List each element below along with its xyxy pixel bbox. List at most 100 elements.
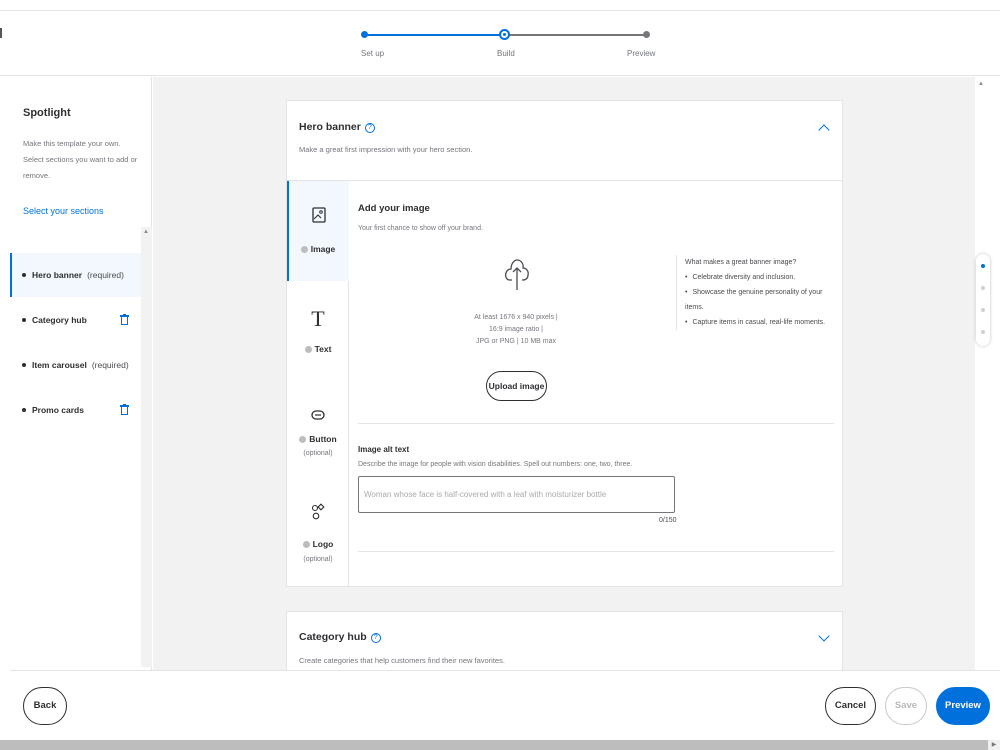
tab-text[interactable]: T Text: [287, 281, 349, 381]
category-hub-subtitle: Create categories that help customers fi…: [299, 656, 505, 665]
alt-text-counter: 0/150: [659, 517, 677, 524]
left-edge-marker: [0, 28, 2, 38]
back-button[interactable]: Back: [23, 687, 67, 725]
step-setup-dot[interactable]: [361, 31, 368, 38]
stepper-progress-line: [364, 34, 505, 36]
category-hub-title: Category hub?: [299, 631, 381, 643]
element-tabs: Image T Text Button (optional) Logo (opt…: [287, 181, 349, 586]
tab-label: Image: [287, 244, 349, 254]
sidebar-description: Make this template your own. Select sect…: [23, 139, 138, 180]
bullet-icon: [22, 273, 26, 277]
tab-button[interactable]: Button (optional): [287, 381, 349, 481]
hero-banner-subtitle: Make a great first impression with your …: [299, 145, 473, 154]
action-bar: Back Cancel Save Preview: [10, 670, 1000, 740]
requirement-ratio: 16:9 image ratio |: [489, 326, 543, 333]
step-preview-dot[interactable]: [643, 31, 650, 38]
tips-heading: What makes a great banner image?: [685, 259, 797, 266]
sidebar-item-item-carousel[interactable]: Item carousel (required): [10, 343, 141, 387]
page: Set up Build Preview Spotlight Make this…: [0, 0, 1000, 750]
tab-optional: (optional): [303, 556, 333, 563]
upload-image-button[interactable]: Upload image: [486, 371, 547, 401]
stepper-remaining-line: [505, 34, 646, 36]
scroll-up-icon[interactable]: ▲: [143, 229, 149, 235]
step-build-dot[interactable]: [499, 29, 510, 40]
tab-label: Text: [287, 344, 349, 354]
tab-label-text: Image: [310, 244, 336, 254]
image-requirements: At least 1676 x 940 pixels | 16:9 image …: [450, 312, 582, 348]
sidebar-item-category-hub[interactable]: Category hub: [10, 298, 141, 342]
sections-sidebar: Spotlight Make this template your own. S…: [10, 77, 152, 670]
add-image-title: Add your image: [358, 203, 430, 214]
sidebar-item-required: (required): [87, 270, 124, 280]
tab-label: Button: [287, 434, 349, 444]
trash-icon[interactable]: [120, 314, 129, 326]
trash-icon[interactable]: [120, 404, 129, 416]
help-icon[interactable]: ?: [364, 123, 375, 133]
add-image-subtitle: Your first chance to show off your brand…: [358, 225, 483, 232]
hero-banner-title-text: Hero banner: [299, 121, 361, 133]
alt-text-input[interactable]: Woman whose face is half-covered with a …: [358, 476, 675, 513]
bullet-icon: [22, 363, 26, 367]
alt-text-label: Image alt text: [358, 445, 410, 454]
mini-nav-dot[interactable]: [981, 330, 985, 334]
bullet-icon: [22, 408, 26, 412]
cloud-upload-icon: [504, 254, 530, 297]
card-divider: [287, 180, 842, 181]
sidebar-item-promo-cards[interactable]: Promo cards: [10, 388, 141, 432]
tip-item: Capture items in casual, real-life momen…: [685, 315, 836, 330]
logo-icon: [287, 503, 349, 526]
info-icon: [302, 541, 310, 548]
section-divider: [358, 551, 834, 552]
info-icon: [304, 346, 312, 353]
button-icon: [287, 407, 349, 425]
sidebar-title: Spotlight: [23, 107, 71, 119]
image-icon: [289, 207, 351, 228]
tips-list: Celebrate diversity and inclusion. Showc…: [685, 270, 836, 330]
sidebar-scrollbar[interactable]: ▲: [141, 227, 152, 667]
tip-item: Showcase the genuine personality of your…: [685, 285, 836, 315]
bullet-icon: [22, 318, 26, 322]
section-divider: [358, 423, 834, 424]
tab-label-text: Logo: [312, 539, 334, 549]
scroll-up-icon[interactable]: ▲: [978, 81, 984, 87]
text-icon: T: [311, 306, 325, 331]
tip-item: Celebrate diversity and inclusion.: [685, 270, 836, 285]
sidebar-item-hero-banner[interactable]: Hero banner (required): [10, 253, 141, 297]
tab-optional: (optional): [303, 450, 333, 457]
section-mini-nav[interactable]: [976, 254, 990, 346]
alt-text-placeholder: Woman whose face is half-covered with a …: [364, 490, 607, 499]
page-scrollbar[interactable]: ▲: [975, 77, 1000, 670]
sidebar-item-label: Category hub: [32, 315, 87, 325]
step-preview-label: Preview: [627, 49, 656, 58]
scroll-right-icon[interactable]: ▶: [988, 740, 1000, 750]
banner-tips: What makes a great banner image? Celebra…: [676, 255, 836, 330]
info-icon: [299, 436, 307, 443]
mini-nav-dot[interactable]: [981, 308, 985, 312]
select-sections-link[interactable]: Select your sections: [23, 206, 104, 216]
horizontal-scrollbar[interactable]: [0, 740, 1000, 750]
mini-nav-dot[interactable]: [981, 286, 985, 290]
sidebar-item-label: Hero banner: [32, 270, 83, 280]
sidebar-item-label: Promo cards: [32, 405, 84, 415]
tab-label-text: Button: [309, 434, 337, 444]
tab-label: Logo: [287, 539, 349, 549]
save-button[interactable]: Save: [885, 687, 927, 725]
requirement-size: At least 1676 x 940 pixels |: [474, 314, 558, 321]
tab-image[interactable]: Image: [287, 181, 349, 281]
info-icon: [300, 246, 308, 253]
mini-nav-dot[interactable]: [981, 264, 985, 268]
cancel-button[interactable]: Cancel: [825, 687, 876, 725]
alt-text-help: Describe the image for people with visio…: [358, 461, 633, 468]
help-icon[interactable]: ?: [370, 633, 381, 643]
tab-logo[interactable]: Logo (optional): [287, 481, 349, 586]
step-setup-label: Set up: [361, 49, 385, 58]
preview-button[interactable]: Preview: [936, 687, 990, 725]
left-gutter: [0, 77, 10, 740]
tab-label-text: Text: [314, 344, 332, 354]
sidebar-item-label: Item carousel: [32, 360, 87, 370]
requirement-format: JPG or PNG | 10 MB max: [475, 338, 556, 345]
step-build-label: Build: [497, 49, 515, 58]
category-hub-title-text: Category hub: [299, 631, 367, 643]
stepper-bar: Set up Build Preview: [0, 0, 1000, 76]
top-divider: [0, 10, 1000, 11]
